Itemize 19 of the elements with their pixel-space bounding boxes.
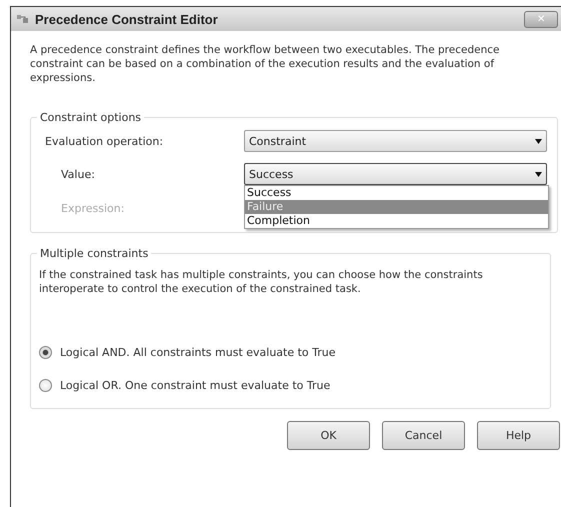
field-label: Evaluation operation: (45, 134, 164, 148)
dropdown-option[interactable]: Completion (245, 214, 548, 228)
dialog-button[interactable]: Cancel (382, 421, 465, 450)
group-legend: Multiple constraints (37, 247, 152, 260)
evaluation-operation-dropdown[interactable]: Constraint (244, 130, 547, 152)
field-label: Expression: (61, 202, 126, 214)
field-label: Value: (61, 168, 96, 180)
window-icon (17, 14, 29, 24)
description-text: A precedence constraint defines the workflow between two executables. The precedence constraint can be based on a combination of the execution results and the evaluation of expressions. (30, 43, 500, 85)
group-legend: Constraint options (37, 111, 144, 124)
dialog-button[interactable]: Help (477, 421, 560, 450)
group-description: If the constrained task has multiple constraints, you can choose how the constraints interoperate to control the execution of the constrained task. (39, 268, 484, 296)
dialog-button[interactable]: OK (287, 421, 370, 450)
window-title: Precedence Constraint Editor (35, 12, 218, 26)
radio-option[interactable]: Logical OR. One constraint must evaluate to True (39, 369, 540, 402)
radio-option[interactable]: Logical AND. All constraints must evaluate to True (39, 336, 540, 369)
caret-icon (535, 138, 542, 144)
caret-icon (535, 172, 542, 176)
dropdown-option[interactable]: Success (245, 186, 548, 200)
